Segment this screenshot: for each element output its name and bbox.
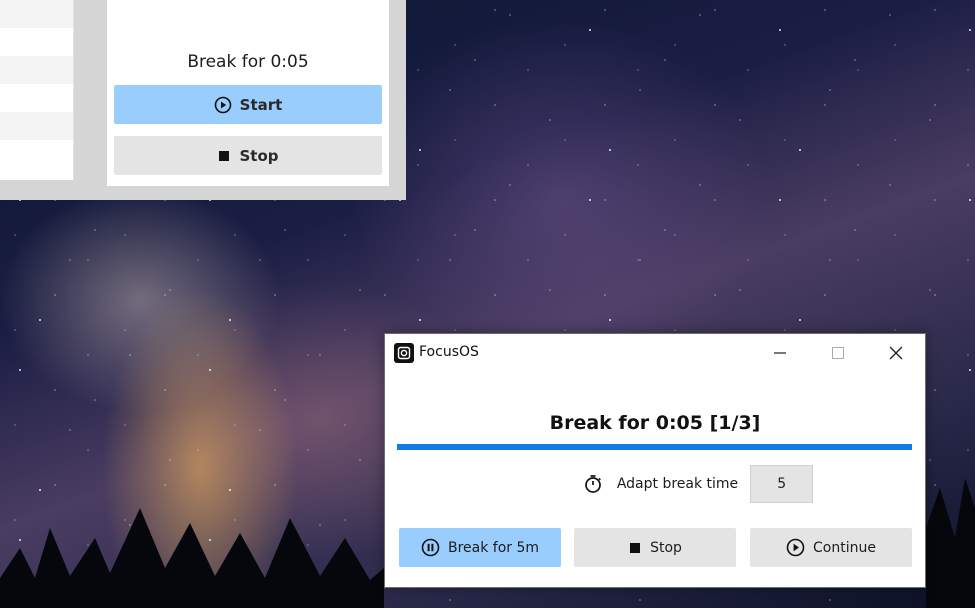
title-bar[interactable]: FocusOS — [385, 334, 925, 372]
background-timer-panel: Break for 0:05 Start Stop — [107, 0, 389, 186]
stop-button[interactable]: Stop — [574, 528, 736, 567]
focusos-window: FocusOS Break for 0:05 [1/3] Adapt break… — [384, 333, 926, 588]
break-status-heading: Break for 0:05 [1/3] — [549, 412, 761, 434]
pause-circle-icon — [421, 538, 440, 557]
close-button[interactable] — [873, 334, 919, 372]
focusos-app-icon — [394, 343, 414, 363]
adapt-break-row: Adapt break time — [385, 465, 925, 503]
break-button-label: Break for 5m — [447, 539, 540, 556]
background-task-list — [0, 0, 74, 180]
stop-square-icon — [219, 150, 230, 161]
window-title: FocusOS — [419, 344, 479, 360]
list-row — [0, 84, 73, 112]
list-row — [0, 112, 73, 140]
background-start-button[interactable]: Start — [114, 85, 382, 124]
close-icon — [889, 346, 903, 360]
continue-button-label: Continue — [813, 539, 876, 556]
minimize-icon — [774, 352, 786, 354]
stop-button-label: Stop — [650, 539, 682, 556]
list-row — [0, 56, 73, 84]
background-status-text: Break for 0:05 — [187, 52, 309, 72]
maximize-icon — [832, 347, 844, 359]
play-circle-icon — [214, 96, 231, 113]
action-buttons: Break for 5m Stop Continue — [399, 528, 913, 567]
list-row — [0, 0, 73, 28]
break-button[interactable]: Break for 5m — [399, 528, 561, 567]
stop-square-icon — [630, 542, 641, 553]
break-time-input[interactable] — [750, 465, 814, 503]
minimize-button[interactable] — [757, 334, 803, 372]
break-progress-bar — [397, 444, 912, 450]
background-stop-label: Stop — [239, 146, 279, 165]
continue-button[interactable]: Continue — [750, 528, 912, 567]
stopwatch-icon — [583, 474, 603, 494]
play-circle-icon — [786, 538, 805, 557]
break-progress-fill — [397, 444, 912, 450]
background-stop-button[interactable]: Stop — [114, 136, 382, 175]
list-row — [0, 28, 73, 56]
list-row — [0, 140, 73, 168]
adapt-break-label: Adapt break time — [616, 476, 739, 492]
background-start-label: Start — [239, 95, 283, 114]
background-app-window: Break for 0:05 Start Stop — [0, 0, 406, 200]
maximize-button[interactable] — [815, 334, 861, 372]
